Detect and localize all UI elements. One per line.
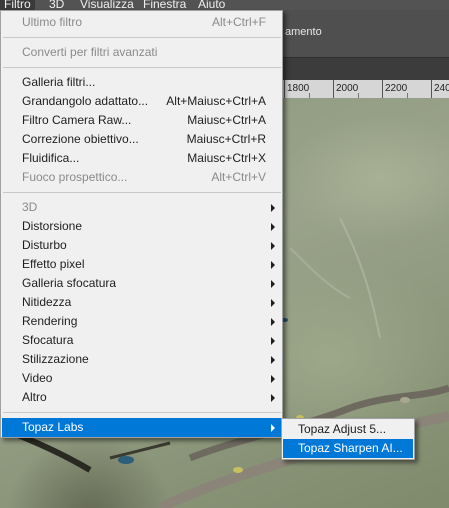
menu-separator [3,67,281,68]
submenu-arrow-icon [271,242,275,250]
menu-item-shortcut: Alt+Maiusc+Ctrl+A [166,94,266,108]
submenu-arrow-icon [271,204,275,212]
menu-item-fluidifica[interactable]: Fluidifica... Maiusc+Ctrl+X [2,149,282,168]
menu-item-label: Distorsione [22,219,83,233]
menu-item-label: Video [22,371,53,385]
stem [289,247,351,299]
submenu-arrow-icon [271,261,275,269]
menu-item-video[interactable]: Video [2,369,282,388]
menu-bar: Filtro 3D Visualizza Finestra Aiuto [0,0,449,10]
menu-item-label: Filtro Camera Raw... [22,113,132,127]
horizontal-ruler[interactable]: 1800 2000 2200 240 [283,80,449,99]
submenu-arrow-icon [271,337,275,345]
menu-item-shortcut: Maiusc+Ctrl+R [186,132,266,146]
menu-item-altro[interactable]: Altro [2,388,282,407]
menu-item-label: Nitidezza [22,295,72,309]
submenu-item-label: Topaz Adjust 5... [298,422,387,436]
menu-separator [3,412,281,413]
submenu-item-label: Topaz Sharpen AI... [298,441,403,455]
menu-item-label: Galleria filtri... [22,75,96,89]
ruler-tick [431,80,432,98]
menu-visualizza[interactable]: Visualizza [80,0,134,10]
menu-item-label: Fluidifica... [22,151,80,165]
options-bar: amento [283,10,449,59]
menu-item-filtro-camera-raw[interactable]: Filtro Camera Raw... Maiusc+Ctrl+A [2,111,282,130]
menu-item-label: Topaz Labs [22,420,84,434]
menu-separator [3,192,281,193]
ruler-label: 1800 [287,83,310,94]
lichen [400,397,410,403]
menu-item-3d[interactable]: 3D [2,198,282,217]
menu-item-label: Grandangolo adattato... [22,94,149,108]
submenu-arrow-icon [271,280,275,288]
menu-item-shortcut: Alt+Ctrl+F [211,15,266,29]
menu-separator [3,37,281,38]
submenu-item-topaz-adjust[interactable]: Topaz Adjust 5... [283,420,413,439]
menu-item-stilizzazione[interactable]: Stilizzazione [2,350,282,369]
twig [109,441,171,460]
menu-item-label: 3D [22,200,38,214]
submenu-arrow-icon [271,356,275,364]
submenu-arrow-icon [271,223,275,231]
menu-filtro[interactable]: Filtro [0,0,35,10]
menu-item-converti-filtri-avanzati[interactable]: Converti per filtri avanzati [2,43,282,62]
menu-item-correzione-obiettivo[interactable]: Correzione obiettivo... Maiusc+Ctrl+R [2,130,282,149]
lichen [233,467,243,473]
menu-item-label: Fuoco prospettico... [22,170,128,184]
menu-item-fuoco-prospettico[interactable]: Fuoco prospettico... Alt+Ctrl+V [2,168,282,187]
menu-item-galleria-filtri[interactable]: Galleria filtri... [2,73,282,92]
menu-item-label: Ultimo filtro [22,15,83,29]
menu-item-topaz-labs[interactable]: Topaz Labs [2,418,282,437]
ruler-tick [382,80,383,98]
submenu-arrow-icon [271,318,275,326]
menu-item-label: Altro [22,390,47,404]
menu-item-disturbo[interactable]: Disturbo [2,236,282,255]
ruler-label: 240 [434,83,449,94]
ruler-label: 2200 [385,83,408,94]
menu-item-label: Disturbo [22,238,67,252]
menu-item-ultimo-filtro[interactable]: Ultimo filtro Alt+Ctrl+F [2,13,282,32]
menu-item-grandangolo-adattato[interactable]: Grandangolo adattato... Alt+Maiusc+Ctrl+… [2,92,282,111]
filter-menu: Ultimo filtro Alt+Ctrl+F Converti per fi… [0,10,283,438]
stem [339,217,381,339]
menu-item-label: Converti per filtri avanzati [22,45,158,59]
document-tab-area [283,58,449,80]
menu-item-distorsione[interactable]: Distorsione [2,217,282,236]
submenu-arrow-icon [271,424,275,432]
ruler-tick [284,80,285,98]
menu-item-nitidezza[interactable]: Nitidezza [2,293,282,312]
menu-item-effetto-pixel[interactable]: Effetto pixel [2,255,282,274]
menu-3d[interactable]: 3D [49,0,64,10]
submenu-arrow-icon [271,375,275,383]
submenu-arrow-icon [271,299,275,307]
topaz-labs-submenu: Topaz Adjust 5... Topaz Sharpen AI... [281,418,415,460]
menu-item-galleria-sfocatura[interactable]: Galleria sfocatura [2,274,282,293]
menu-aiuto[interactable]: Aiuto [198,0,225,10]
options-bar-label: amento [285,26,322,38]
menu-item-shortcut: Maiusc+Ctrl+A [187,113,266,127]
menu-item-label: Correzione obiettivo... [22,132,139,146]
bird [118,456,134,464]
ruler-label: 2000 [336,83,359,94]
submenu-item-topaz-sharpen-ai[interactable]: Topaz Sharpen AI... [283,439,413,458]
menu-item-sfocatura[interactable]: Sfocatura [2,331,282,350]
menu-item-label: Galleria sfocatura [22,276,117,290]
menu-item-shortcut: Maiusc+Ctrl+X [187,151,266,165]
menu-item-label: Stilizzazione [22,352,89,366]
menu-item-label: Sfocatura [22,333,74,347]
submenu-arrow-icon [271,394,275,402]
menu-item-rendering[interactable]: Rendering [2,312,282,331]
menu-item-label: Rendering [22,314,78,328]
ruler-tick [333,80,334,98]
menu-item-label: Effetto pixel [22,257,85,271]
menu-finestra[interactable]: Finestra [143,0,186,10]
menu-item-shortcut: Alt+Ctrl+V [211,170,266,184]
